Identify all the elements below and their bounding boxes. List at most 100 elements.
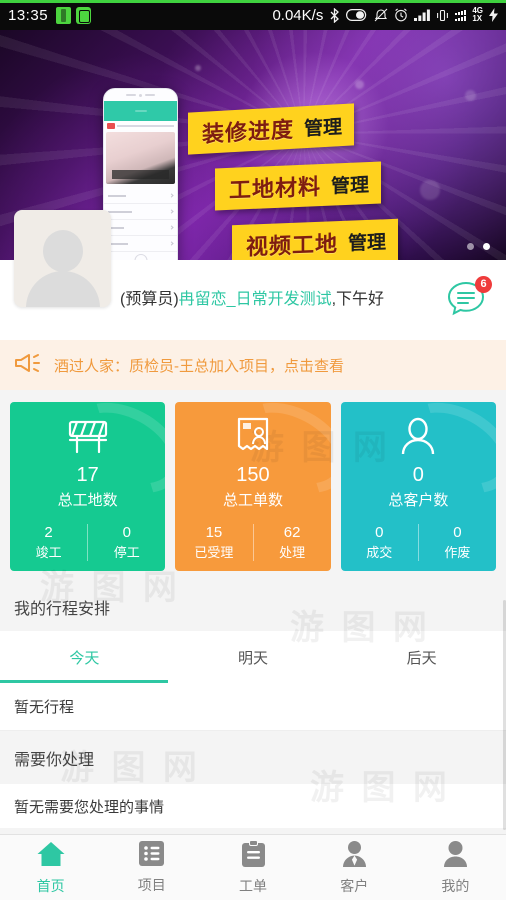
- stat-sub-row: 15 已受理 62 处理: [175, 524, 330, 561]
- tab-projects-label: 项目: [137, 877, 166, 893]
- stat-card-sites[interactable]: 17 总工地数 2 竣工 0 停工: [10, 402, 166, 571]
- slogan-2-main: 工地材料: [229, 174, 322, 203]
- banner-slogan-3: 视频工地 管理: [232, 218, 399, 260]
- tab-work-orders[interactable]: 工单: [202, 835, 303, 900]
- stat-value: 17: [76, 464, 99, 486]
- person-icon: [442, 840, 469, 873]
- tab-today[interactable]: 今天: [0, 631, 169, 683]
- notice-text: 酒过人家：质检员-王总加入项目，点击查看: [54, 357, 344, 375]
- stat-sub-row: 0 成交 0 作废: [341, 524, 496, 561]
- megaphone-icon: [14, 352, 42, 379]
- clipboard-icon: [241, 839, 266, 873]
- tab-customers-label: 客户: [340, 877, 369, 894]
- banner-dot-2[interactable]: [483, 243, 490, 250]
- banner-bokeh: [355, 80, 364, 89]
- banner-slogan-2: 工地材料 管理: [215, 161, 382, 211]
- slogan-2-sub: 管理: [331, 174, 370, 198]
- schedule-tabs: 今天 明天 后天: [0, 631, 506, 683]
- stat-sub-item[interactable]: 15 已受理: [175, 524, 254, 561]
- charging-bolt-icon: [489, 8, 498, 22]
- stat-value: 150: [236, 464, 270, 486]
- slogan-1-sub: 管理: [304, 116, 343, 140]
- tab-day-after-tomorrow[interactable]: 后天: [337, 631, 506, 683]
- notice-bar[interactable]: 酒过人家：质检员-王总加入项目，点击查看: [0, 340, 506, 390]
- greeting-role: (预算员): [120, 290, 179, 308]
- stat-sub-label: 作废: [444, 545, 471, 560]
- stat-label: 总工单数: [222, 492, 283, 509]
- stat-sub-item[interactable]: 2 竣工: [10, 524, 89, 561]
- stat-label: 总客户数: [388, 492, 449, 509]
- todo-section-title: 需要你处理: [0, 731, 506, 784]
- avatar-body-shape: [25, 271, 100, 307]
- tab-active-underline: [0, 680, 168, 683]
- tab-mine[interactable]: 我的: [405, 835, 506, 900]
- stat-sub-item[interactable]: 0 停工: [88, 524, 165, 561]
- top-green-line: [0, 0, 506, 3]
- sim-signal-icon: [455, 9, 467, 21]
- work-order-icon: [175, 414, 330, 460]
- bluetooth-icon: [329, 7, 340, 23]
- banner-bokeh: [465, 90, 476, 101]
- schedule-section-title: 我的行程安排: [0, 581, 506, 631]
- network-type-label: 4G 1X: [472, 7, 483, 23]
- greeting-username: 冉留恋_日常开发测试: [178, 290, 332, 308]
- stat-sub-label: 停工: [113, 545, 140, 560]
- stat-value: 0: [412, 464, 424, 486]
- avatar[interactable]: [14, 210, 111, 307]
- chat-button[interactable]: 6: [446, 276, 492, 320]
- customer-icon: [341, 840, 368, 873]
- list-icon: [138, 840, 165, 872]
- stat-sub-label: 成交: [366, 545, 393, 560]
- stat-sub-value: 0: [453, 524, 462, 541]
- construction-barrier-icon: [10, 414, 165, 460]
- stat-sub-value: 0: [375, 524, 384, 541]
- tab-projects[interactable]: 项目: [101, 835, 202, 900]
- network-speed-text: 0.04K/s: [272, 6, 324, 24]
- stat-sub-label: 已受理: [194, 545, 234, 560]
- tab-customers[interactable]: 客户: [304, 835, 405, 900]
- stat-sub-value: 62: [283, 524, 301, 541]
- chat-unread-badge: 6: [475, 276, 492, 293]
- stat-card-work-orders[interactable]: 150 总工单数 15 已受理 62 处理: [175, 402, 331, 571]
- signal-icon: [414, 9, 431, 21]
- stat-sub-item[interactable]: 0 成交: [341, 524, 419, 561]
- alarm-icon: [394, 8, 408, 22]
- stat-sub-item[interactable]: 62 处理: [254, 524, 331, 561]
- app-screen: 13:35 0.04K/s 4G 1X 装修进度 管理 工地材料 管理 视频工地…: [0, 0, 506, 900]
- stat-sub-value: 15: [205, 524, 223, 541]
- network-type-1x: 1X: [472, 14, 483, 23]
- slogan-1-main: 装修进度: [202, 116, 295, 147]
- tab-home[interactable]: 首页: [0, 835, 101, 900]
- banner-dot-1[interactable]: [467, 243, 474, 250]
- battery-saver-icon: [56, 6, 72, 24]
- phone-mockup-image: [103, 88, 178, 260]
- stat-label: 总工地数: [57, 492, 118, 509]
- slogan-3-main: 视频工地: [246, 231, 339, 260]
- tab-work-orders-label: 工单: [239, 877, 267, 894]
- stat-sub-row: 2 竣工 0 停工: [10, 524, 165, 561]
- todo-empty-text: 暂无需要您处理的事情: [0, 784, 506, 828]
- profile-greeting-bar: (预算员)冉留恋_日常开发测试,下午好 6: [0, 210, 506, 340]
- stat-sub-value: 2: [44, 524, 53, 541]
- tab-tomorrow[interactable]: 明天: [169, 631, 338, 683]
- avatar-head-shape: [42, 230, 83, 272]
- stat-sub-value: 0: [122, 524, 131, 541]
- status-left-icons: [56, 6, 92, 24]
- vibrate-icon: [436, 9, 449, 22]
- stat-sub-label: 竣工: [35, 545, 62, 560]
- status-time: 13:35: [8, 6, 49, 24]
- stat-cards: 17 总工地数 2 竣工 0 停工 150 总工单数 15 已受理 62 处理 …: [0, 390, 506, 581]
- status-bar: 13:35 0.04K/s 4G 1X: [0, 0, 506, 30]
- stat-sub-label: 处理: [279, 545, 306, 560]
- customer-person-icon: [341, 414, 496, 460]
- stat-card-customers[interactable]: 0 总客户数 0 成交 0 作废: [340, 402, 496, 571]
- status-right-icons: 0.04K/s 4G 1X: [272, 7, 498, 24]
- banner-page-dots[interactable]: [467, 243, 490, 250]
- app-icon: [76, 6, 92, 24]
- greeting-text: (预算员)冉留恋_日常开发测试,下午好: [120, 290, 446, 311]
- mute-icon: [374, 8, 388, 22]
- tab-mine-label: 我的: [441, 877, 470, 894]
- stat-sub-item[interactable]: 0 作废: [419, 524, 496, 561]
- schedule-empty-text: 暂无行程: [0, 683, 506, 731]
- slogan-3-sub: 管理: [348, 231, 387, 255]
